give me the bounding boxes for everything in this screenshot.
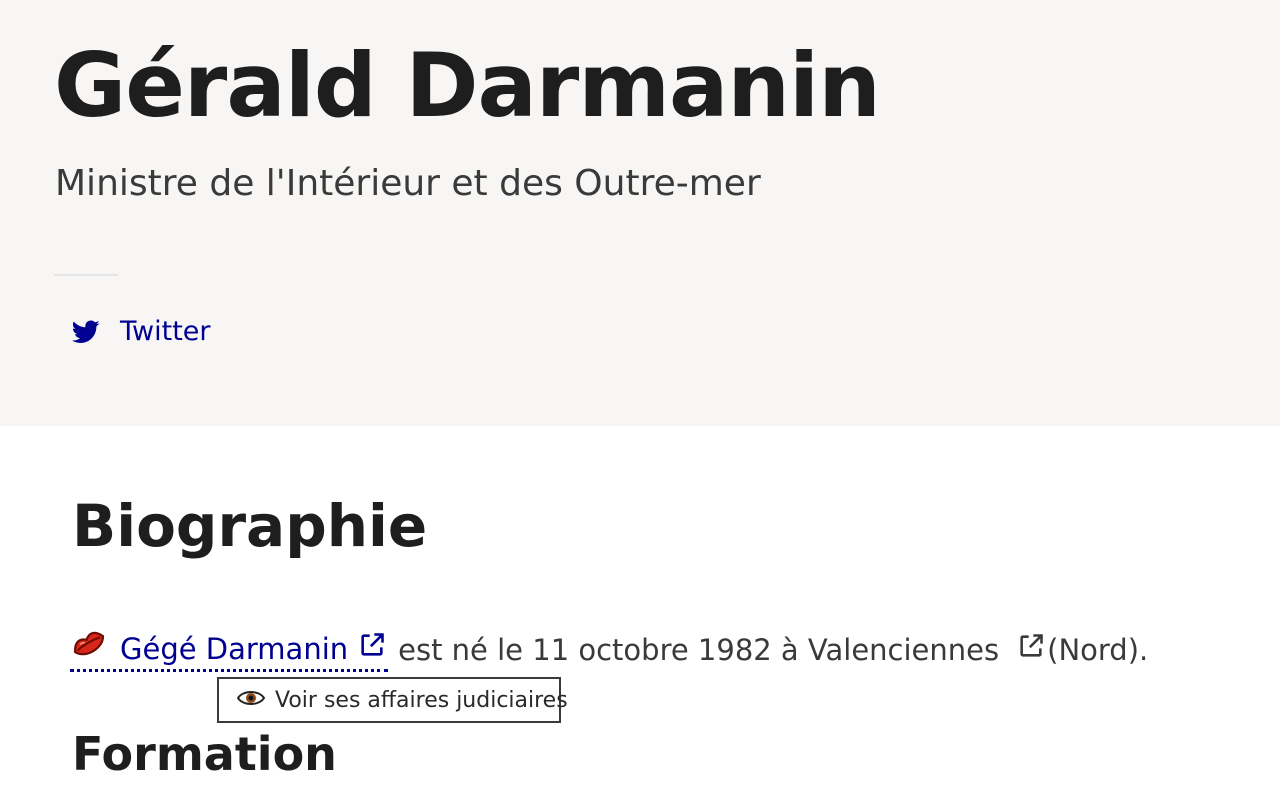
view-legal-cases-button[interactable]: Voir ses affaires judiciaires <box>217 677 568 723</box>
eye-icon <box>236 689 266 711</box>
external-link-icon[interactable] <box>1017 628 1045 672</box>
role-subtitle: Ministre de l'Intérieur et des Outre-mer <box>55 163 761 204</box>
twitter-link[interactable]: Twitter <box>72 312 211 352</box>
formation-heading: Formation <box>72 727 337 781</box>
external-link-icon <box>358 630 386 668</box>
biography-heading: Biographie <box>72 492 428 560</box>
twitter-label: Twitter <box>120 316 211 347</box>
view-legal-cases-label: Voir ses affaires judiciaires <box>275 687 568 713</box>
birth-text: est né le 11 octobre 1982 à Valenciennes <box>398 633 1000 667</box>
page-title: Gérald Darmanin <box>54 34 881 137</box>
lips-icon <box>70 628 108 669</box>
hero-header: Gérald Darmanin Ministre de l'Intérieur … <box>0 0 1280 426</box>
nickname-link[interactable]: Gégé Darmanin <box>70 628 389 672</box>
twitter-icon <box>72 320 100 344</box>
region-text: (Nord). <box>1047 633 1149 667</box>
divider <box>54 274 118 276</box>
nickname-link-text: Gégé Darmanin <box>120 631 349 666</box>
biography-paragraph: Gégé Darmanin est né le 11 octobre 1982 … <box>70 628 1148 672</box>
